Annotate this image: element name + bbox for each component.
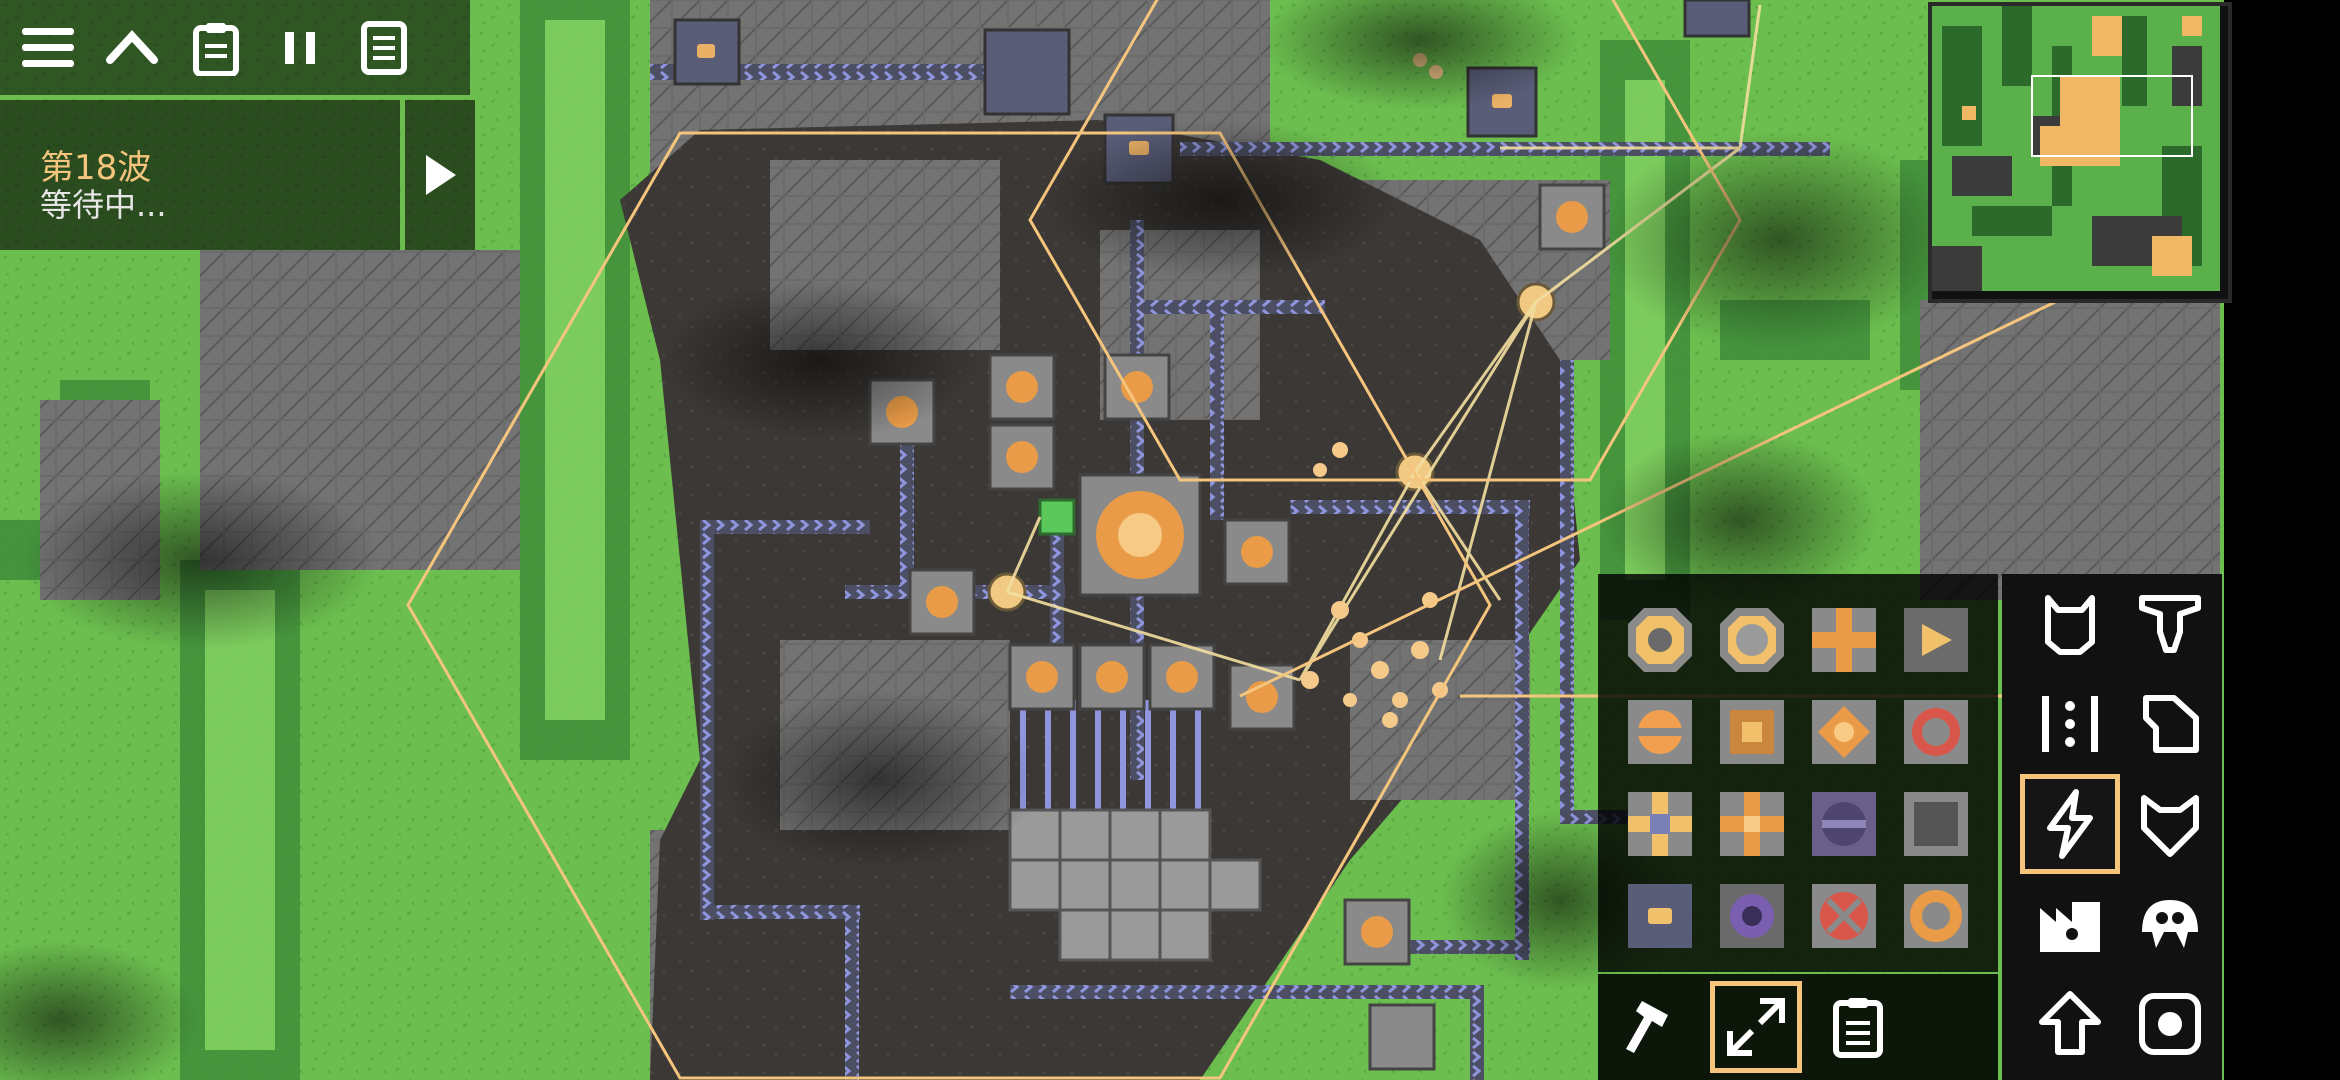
hamburger-icon	[22, 27, 74, 67]
power-void-icon	[1720, 884, 1784, 948]
diode-block[interactable]	[1808, 604, 1880, 676]
tool-bar	[1598, 974, 1998, 1080]
menu-button[interactable]	[12, 12, 84, 84]
conveyor-icon	[2042, 696, 2098, 752]
battery-icon	[1628, 608, 1692, 672]
surge-tower-icon	[1812, 884, 1876, 948]
chevron-up-icon	[106, 29, 158, 64]
category-panel	[2002, 574, 2222, 1080]
list-icon	[361, 20, 407, 75]
lightning-icon	[2047, 789, 2093, 859]
minimap[interactable]	[1928, 2, 2232, 303]
hammer-icon	[1626, 1001, 1668, 1053]
category-defense[interactable]	[2120, 774, 2220, 874]
large-battery-icon	[1720, 608, 1784, 672]
surge-tower-block[interactable]	[1808, 880, 1880, 952]
category-distribution[interactable]	[2020, 674, 2120, 774]
objectives-button[interactable]	[348, 12, 420, 84]
steam-generator-icon	[1720, 700, 1784, 764]
hammer-tool[interactable]	[1608, 981, 1700, 1073]
category-liquid[interactable]	[2120, 674, 2220, 774]
category-units[interactable]	[2120, 874, 2220, 974]
power-node-block[interactable]	[1900, 604, 1972, 676]
unit-icon	[2142, 900, 2198, 948]
block-palette	[1598, 574, 1998, 972]
power-source-icon	[1628, 884, 1692, 948]
liquid-icon	[2143, 695, 2199, 753]
diode-icon	[1812, 608, 1876, 672]
impact-reactor-icon	[1904, 792, 1968, 856]
rtg-generator-block[interactable]	[1900, 696, 1972, 768]
category-production[interactable]	[2120, 574, 2220, 674]
expand-icon	[1727, 998, 1785, 1056]
pause-button[interactable]	[264, 12, 336, 84]
generator-block[interactable]	[1624, 696, 1696, 768]
category-power[interactable]	[2020, 774, 2120, 874]
laser-drill-icon	[1904, 884, 1968, 948]
clipboard-icon	[1833, 998, 1883, 1058]
power-node-icon	[1904, 608, 1968, 672]
play-icon	[426, 155, 456, 195]
database-button[interactable]	[180, 12, 252, 84]
category-logic[interactable]	[2120, 974, 2220, 1074]
rtg-generator-icon	[1904, 700, 1968, 764]
large-solar-panel-icon	[1720, 792, 1784, 856]
logic-icon	[2139, 993, 2201, 1055]
factory-icon	[2040, 902, 2100, 952]
steam-generator-block[interactable]	[1716, 696, 1788, 768]
solar-panel-icon	[1628, 792, 1692, 856]
power-source-block[interactable]	[1624, 880, 1696, 952]
thorium-reactor-block[interactable]	[1808, 788, 1880, 860]
wave-info-panel: 第18波 等待中...	[0, 100, 400, 250]
large-solar-panel-block[interactable]	[1716, 788, 1788, 860]
differential-generator-icon	[1812, 700, 1876, 764]
combustion-generator-icon	[1628, 700, 1692, 764]
shield-icon	[2141, 795, 2199, 857]
battery-block[interactable]	[1624, 604, 1696, 676]
pause-icon	[285, 31, 315, 64]
wave-status: 等待中...	[40, 186, 167, 224]
drill-icon	[2139, 595, 2201, 653]
impact-reactor-block[interactable]	[1900, 788, 1972, 860]
laser-drill-block[interactable]	[1900, 880, 1972, 952]
clipboard-icon	[193, 22, 239, 76]
collapse-button[interactable]	[96, 12, 168, 84]
power-void-block[interactable]	[1716, 880, 1788, 952]
thorium-reactor-icon	[1812, 792, 1876, 856]
arrow-up-icon	[2039, 991, 2101, 1055]
minimap-view	[1932, 6, 2220, 291]
schematic-tool[interactable]	[1812, 981, 1904, 1073]
turret-icon	[2045, 595, 2095, 655]
skip-wave-button[interactable]	[405, 100, 475, 250]
top-toolbar	[0, 0, 470, 95]
category-turret[interactable]	[2020, 574, 2120, 674]
category-effect[interactable]	[2020, 974, 2120, 1074]
category-crafting[interactable]	[2020, 874, 2120, 974]
large-battery-block[interactable]	[1716, 604, 1788, 676]
differential-generator-block[interactable]	[1808, 696, 1880, 768]
solar-panel-block[interactable]	[1624, 788, 1696, 860]
expand-tool[interactable]	[1710, 981, 1802, 1073]
